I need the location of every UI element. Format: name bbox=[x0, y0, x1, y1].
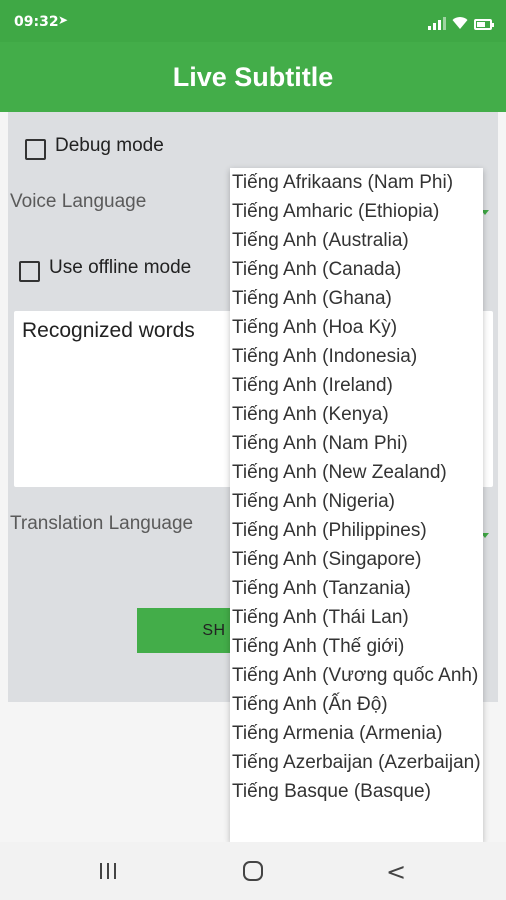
debug-mode-checkbox[interactable] bbox=[25, 139, 46, 160]
dropdown-item[interactable]: Tiếng Anh (Ghana) bbox=[230, 284, 483, 313]
dropdown-item[interactable]: Tiếng Anh (Australia) bbox=[230, 226, 483, 255]
dropdown-item[interactable]: Tiếng Armenia (Armenia) bbox=[230, 719, 483, 748]
status-bar: 09:32 ➤ bbox=[0, 0, 506, 42]
navigation-arrow-icon: ➤ bbox=[58, 13, 69, 27]
dropdown-item[interactable]: Tiếng Anh (Thế giới) bbox=[230, 632, 483, 661]
system-nav-bar: < bbox=[0, 842, 506, 900]
dropdown-item[interactable]: Tiếng Anh (Hoa Kỳ) bbox=[230, 313, 483, 342]
debug-mode-label: Debug mode bbox=[55, 135, 164, 156]
dropdown-item[interactable]: Tiếng Anh (Ấn Độ) bbox=[230, 690, 483, 719]
dropdown-item[interactable]: Tiếng Anh (Singapore) bbox=[230, 545, 483, 574]
dropdown-item[interactable]: Tiếng Azerbaijan (Azerbaijan) bbox=[230, 748, 483, 777]
status-time: 09:32 bbox=[14, 14, 59, 30]
dropdown-item[interactable]: Tiếng Anh (Nam Phi) bbox=[230, 429, 483, 458]
back-icon[interactable]: < bbox=[386, 860, 406, 884]
dropdown-item[interactable]: Tiếng Anh (Kenya) bbox=[230, 400, 483, 429]
dropdown-item[interactable]: Tiếng Anh (Ireland) bbox=[230, 371, 483, 400]
signal-icon bbox=[428, 16, 446, 30]
wifi-icon bbox=[452, 17, 468, 29]
recent-apps-icon[interactable] bbox=[100, 863, 116, 879]
dropdown-item[interactable]: Tiếng Afrikaans (Nam Phi) bbox=[230, 168, 483, 197]
battery-icon bbox=[474, 19, 494, 30]
dropdown-item[interactable]: Tiếng Anh (New Zealand) bbox=[230, 458, 483, 487]
offline-mode-checkbox[interactable] bbox=[19, 261, 40, 282]
recognized-words-text: Recognized words bbox=[22, 319, 195, 342]
offline-mode-label: Use offline mode bbox=[49, 257, 192, 278]
translation-language-label: Translation Language bbox=[10, 513, 194, 534]
dropdown-item[interactable]: Tiếng Anh (Indonesia) bbox=[230, 342, 483, 371]
voice-language-label: Voice Language bbox=[10, 191, 147, 212]
home-icon[interactable] bbox=[243, 861, 263, 881]
dropdown-item[interactable]: Tiếng Anh (Thái Lan) bbox=[230, 603, 483, 632]
voice-language-dropdown-list[interactable]: Tiếng Afrikaans (Nam Phi) Tiếng Amharic … bbox=[230, 168, 483, 842]
dropdown-item[interactable]: Tiếng Anh (Vương quốc Anh) bbox=[230, 661, 483, 690]
app-bar: Live Subtitle bbox=[0, 42, 506, 112]
dropdown-item[interactable]: Tiếng Anh (Canada) bbox=[230, 255, 483, 284]
dropdown-item[interactable]: Tiếng Anh (Tanzania) bbox=[230, 574, 483, 603]
dropdown-item[interactable]: Tiếng Basque (Basque) bbox=[230, 777, 483, 806]
dropdown-item[interactable]: Tiếng Amharic (Ethiopia) bbox=[230, 197, 483, 226]
dropdown-item[interactable]: Tiếng Anh (Nigeria) bbox=[230, 487, 483, 516]
dropdown-item[interactable]: Tiếng Anh (Philippines) bbox=[230, 516, 483, 545]
status-icons bbox=[428, 14, 494, 30]
show-button-label: SH bbox=[202, 621, 226, 639]
app-title: Live Subtitle bbox=[172, 61, 334, 92]
